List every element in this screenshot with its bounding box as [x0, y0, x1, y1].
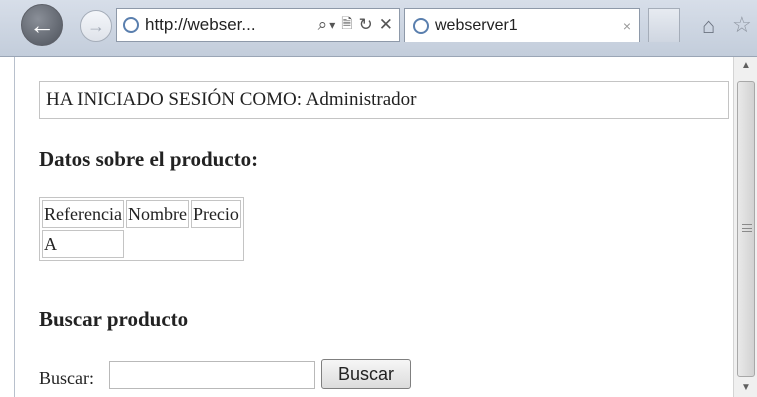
- search-input[interactable]: [109, 361, 315, 389]
- address-bar[interactable]: http://webser... ⌕ ▾ 🗎 ↻ ✕: [116, 8, 400, 42]
- ie-logo-icon: [413, 17, 429, 34]
- forward-arrow-icon: →: [87, 16, 105, 36]
- close-tab-icon[interactable]: ×: [623, 18, 631, 34]
- tab-title: webserver1: [435, 16, 518, 34]
- favorites-star-icon[interactable]: ☆: [732, 12, 752, 38]
- vertical-scrollbar[interactable]: ▲ ▼: [733, 57, 757, 397]
- search-label: Buscar:: [39, 368, 94, 388]
- scroll-down-arrow-icon[interactable]: ▼: [734, 379, 757, 397]
- table-header-row: Referencia Nombre Precio: [42, 200, 241, 228]
- page-viewport: HA INICIADO SESIÓN COMO: Administrador D…: [14, 57, 757, 397]
- dropdown-icon[interactable]: ▾: [329, 18, 335, 32]
- refresh-icon[interactable]: ↻: [359, 15, 373, 35]
- back-arrow-icon: ←: [29, 10, 55, 40]
- product-heading: Datos sobre el producto:: [39, 147, 259, 171]
- page-content: HA INICIADO SESIÓN COMO: Administrador D…: [15, 57, 733, 397]
- scroll-thumb[interactable]: [737, 81, 755, 377]
- search-icon[interactable]: ⌕: [318, 15, 328, 35]
- ie-logo-icon: [123, 17, 139, 33]
- compatibility-view-icon[interactable]: 🗎: [341, 13, 352, 37]
- header-nombre: Nombre: [125, 200, 189, 228]
- browser-window: ← → http://webser... ⌕ ▾ 🗎 ↻ ✕ webserver…: [0, 0, 757, 397]
- session-text: HA INICIADO SESIÓN COMO: Administrador: [46, 89, 417, 110]
- scroll-up-arrow-icon[interactable]: ▲: [734, 57, 757, 75]
- table-cell: A: [42, 230, 124, 258]
- back-button[interactable]: ←: [21, 4, 63, 46]
- stop-icon[interactable]: ✕: [379, 15, 393, 35]
- table-row: A: [42, 230, 241, 258]
- tab-webserver1[interactable]: webserver1 ×: [404, 8, 640, 42]
- scroll-grip-icon: [742, 224, 752, 232]
- new-tab-button[interactable]: [648, 8, 680, 42]
- search-button[interactable]: Buscar: [321, 359, 411, 389]
- table-cell-empty: [126, 230, 189, 258]
- browser-toolbar: ← → http://webser... ⌕ ▾ 🗎 ↻ ✕ webserver…: [0, 0, 757, 57]
- table-cell-empty: [191, 230, 241, 258]
- session-status: HA INICIADO SESIÓN COMO: Administrador: [39, 81, 729, 119]
- forward-button[interactable]: →: [80, 10, 112, 42]
- address-url[interactable]: http://webser...: [145, 15, 312, 35]
- home-icon[interactable]: ⌂: [702, 13, 715, 39]
- product-table: Referencia Nombre Precio A: [39, 197, 244, 261]
- search-heading: Buscar producto: [39, 307, 189, 331]
- header-precio: Precio: [190, 200, 241, 228]
- header-referencia: Referencia: [42, 200, 124, 228]
